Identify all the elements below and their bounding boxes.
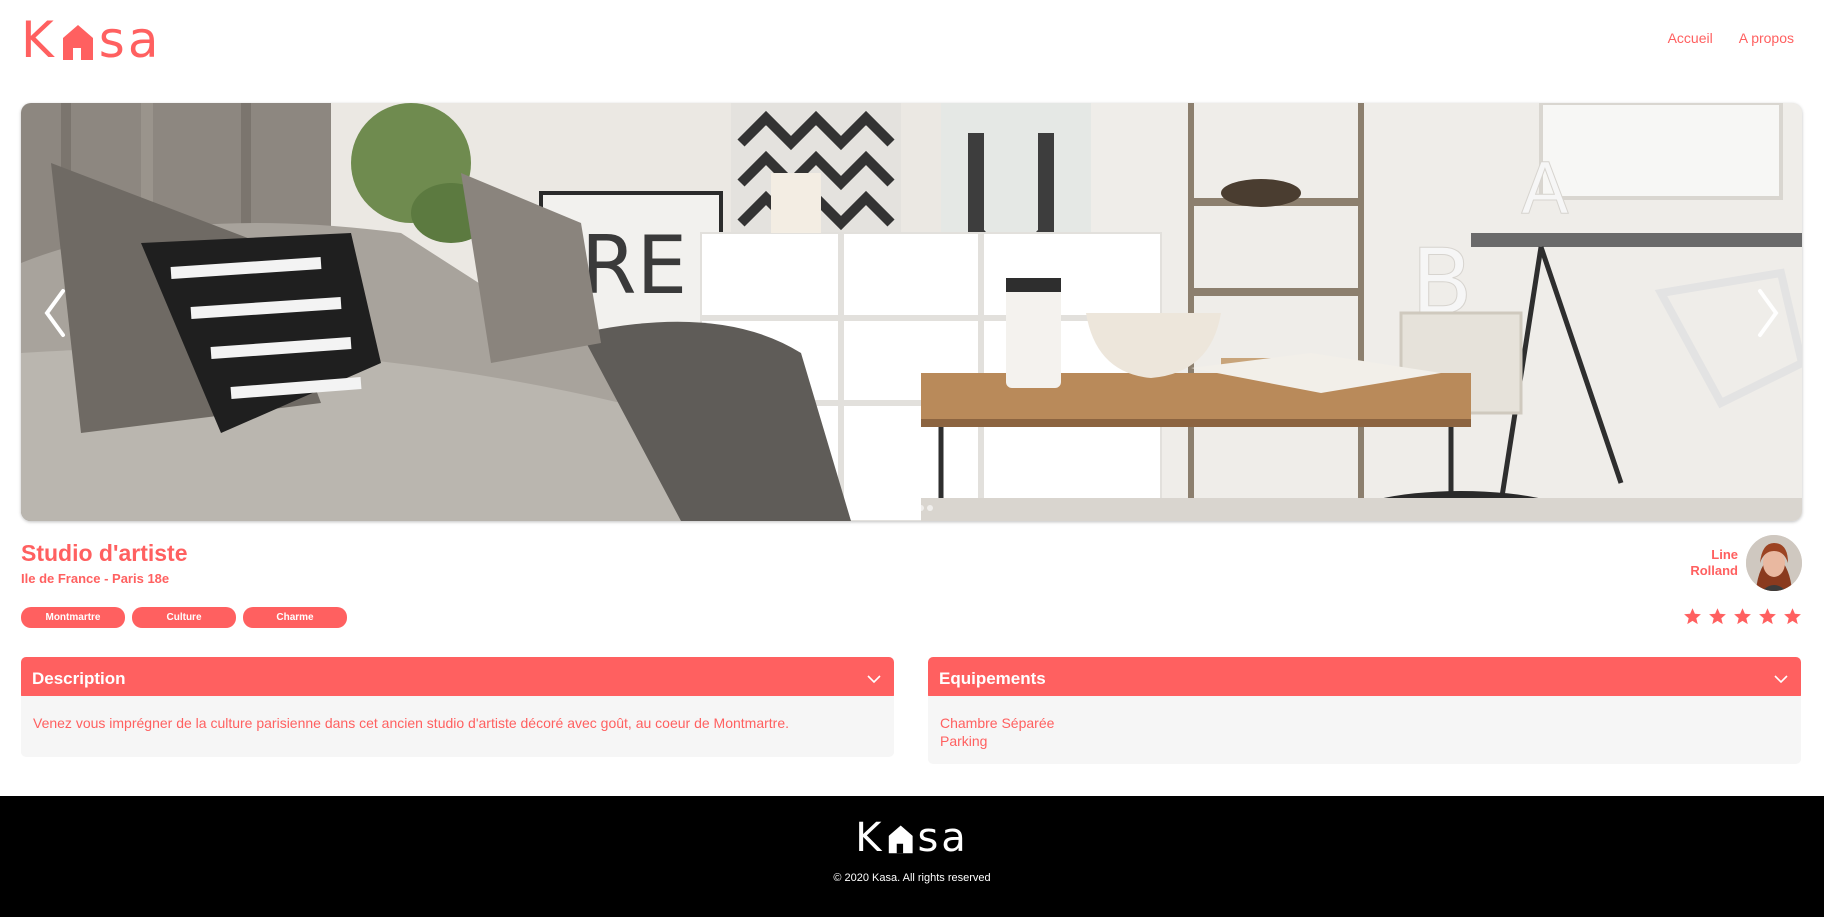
equipements-toggle[interactable]: Equipements	[928, 657, 1801, 700]
equipement-item: Parking	[940, 733, 988, 749]
carousel-dot[interactable]	[926, 505, 933, 511]
star-icon	[1784, 608, 1801, 625]
header: K sa Accueil A propos	[21, 14, 1794, 66]
footer-logo-letters-sa: sa	[917, 815, 969, 861]
star-icon	[1684, 608, 1701, 625]
logo-letter-k: K	[21, 11, 57, 69]
logo-letters-sa: sa	[98, 11, 162, 69]
carousel-dot[interactable]	[917, 505, 924, 511]
footer-logo: K sa	[855, 818, 969, 858]
carousel-dot[interactable]	[890, 505, 897, 511]
footer-logo-letter-k: K	[855, 815, 885, 861]
svg-text:A: A	[1521, 148, 1569, 230]
tag-charme: Charme	[243, 607, 347, 628]
description-collapse: Description Venez vous imprégner de la c…	[21, 657, 894, 757]
star-icon	[1734, 608, 1751, 625]
tag-montmartre: Montmartre	[21, 607, 125, 628]
equipements-title: Equipements	[939, 668, 1046, 688]
photo-carousel: RE B A	[21, 103, 1802, 521]
carousel-prev-button[interactable]	[35, 283, 75, 343]
tag-list: Montmartre Culture Charme	[21, 607, 347, 628]
description-text: Venez vous imprégner de la culture paris…	[33, 715, 789, 731]
host-name: Line Rolland	[1690, 547, 1738, 579]
chevron-right-icon	[1758, 289, 1779, 337]
svg-text:RE: RE	[581, 219, 687, 312]
carousel-dot-active[interactable]	[908, 505, 915, 511]
rating-stars	[1683, 607, 1802, 626]
host-avatar	[1746, 535, 1802, 591]
carousel-indicators	[890, 505, 933, 511]
carousel-next-button[interactable]	[1748, 283, 1788, 343]
star-icon	[1709, 608, 1726, 625]
host-first-name: Line	[1711, 547, 1738, 562]
description-body: Venez vous imprégner de la culture paris…	[21, 696, 894, 757]
house-icon	[61, 20, 95, 60]
apartment-photo: RE B A	[21, 103, 1802, 521]
carousel-dot[interactable]	[899, 505, 906, 511]
footer: K sa © 2020 Kasa. All rights reserved	[0, 796, 1824, 917]
nav-link-accueil[interactable]: Accueil	[1668, 30, 1713, 46]
chevron-down-icon	[867, 674, 881, 683]
copyright-text: © 2020 Kasa. All rights reserved	[833, 872, 991, 884]
description-toggle[interactable]: Description	[21, 657, 894, 700]
listing-location: Ile de France - Paris 18e	[21, 571, 170, 586]
nav-link-a-propos[interactable]: A propos	[1739, 30, 1794, 46]
star-icon	[1759, 608, 1776, 625]
chevron-left-icon	[44, 289, 65, 337]
tag-culture: Culture	[132, 607, 236, 628]
description-title: Description	[32, 668, 126, 688]
house-icon	[887, 822, 914, 854]
equipements-collapse: Equipements Chambre Séparée Parking	[928, 657, 1801, 764]
main-nav: Accueil A propos	[1668, 30, 1794, 46]
equipements-body: Chambre Séparée Parking	[928, 696, 1801, 764]
listing-title: Studio d'artiste	[21, 540, 188, 566]
chevron-down-icon	[1774, 674, 1788, 683]
equipement-item: Chambre Séparée	[940, 715, 1055, 731]
host-info: Line Rolland	[1690, 535, 1802, 591]
host-last-name: Rolland	[1690, 563, 1738, 578]
kasa-logo[interactable]: K sa	[21, 14, 162, 66]
